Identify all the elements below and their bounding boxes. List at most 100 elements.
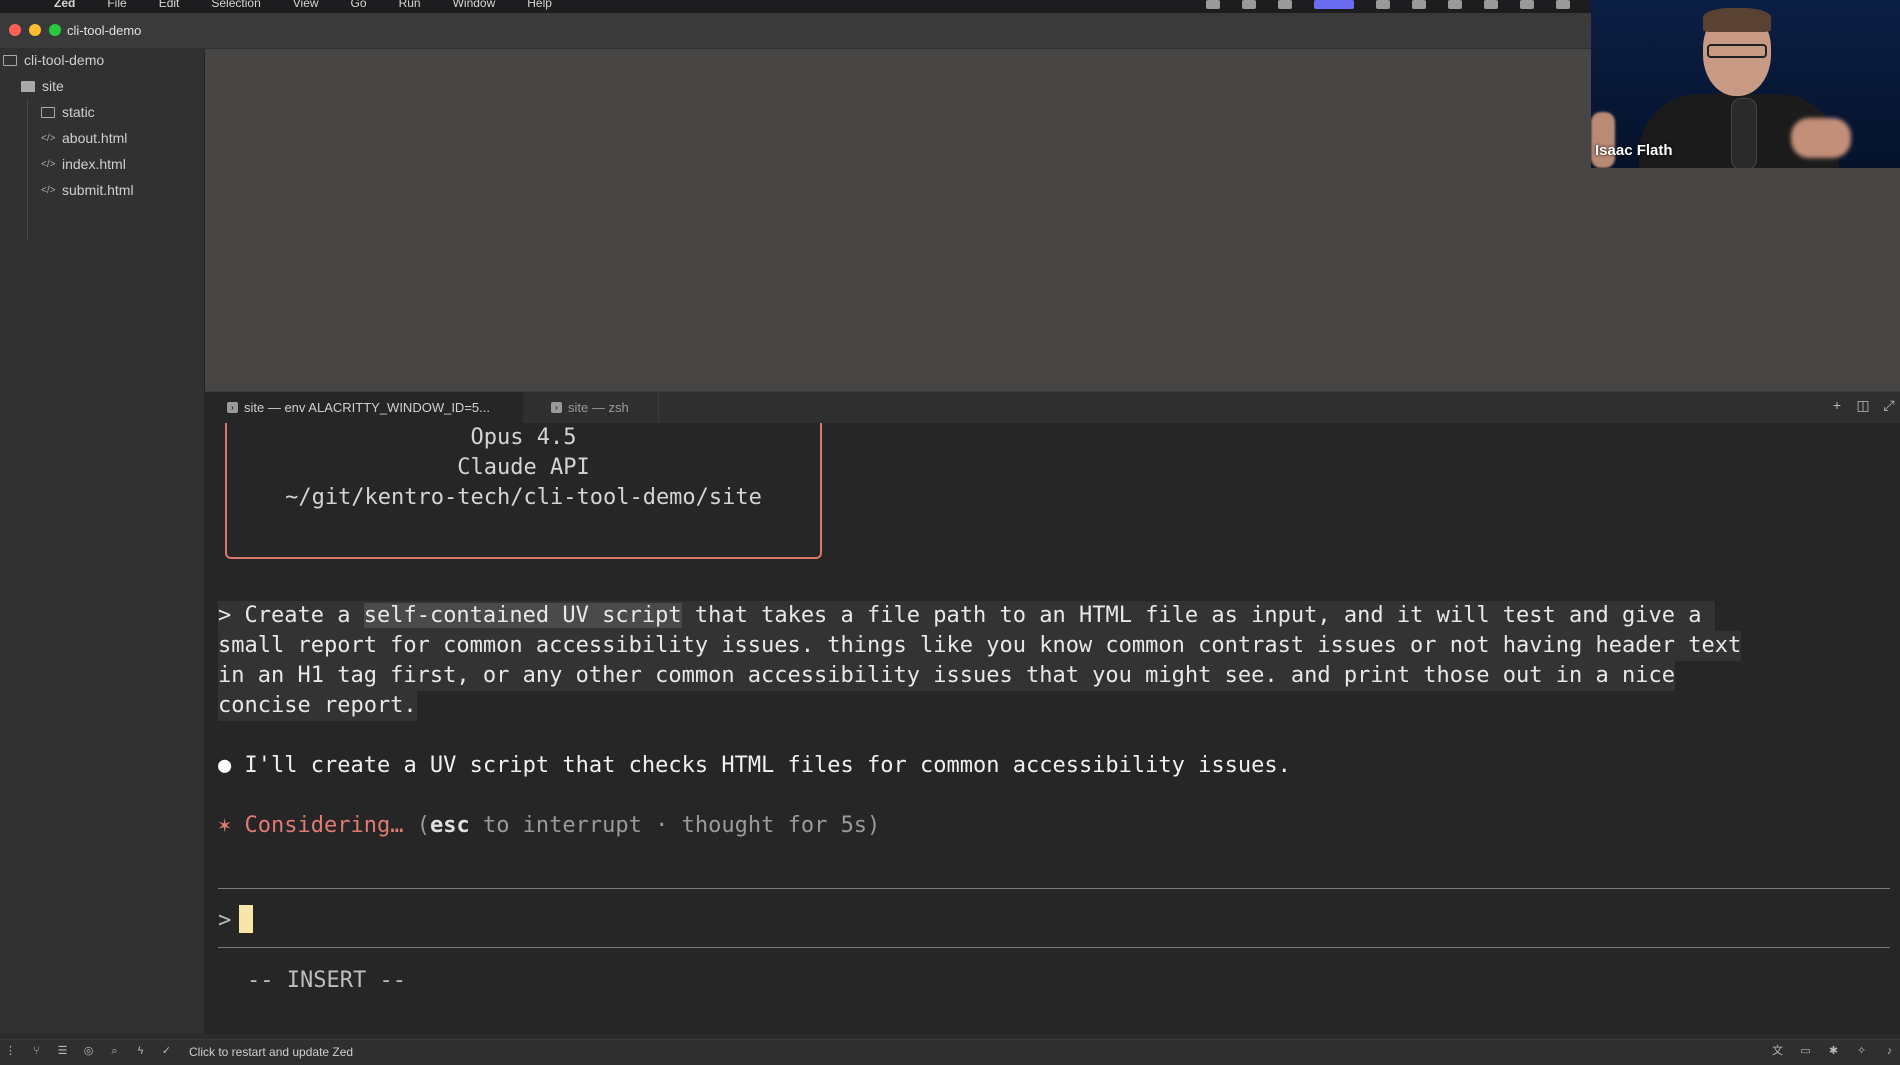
window-controls <box>9 24 61 36</box>
tree-item-label: site <box>42 78 64 94</box>
menu-help[interactable]: Help <box>527 0 552 9</box>
git-branch-icon[interactable]: ⑂ <box>30 1045 43 1058</box>
user-prompt: > Create a self-contained UV script that… <box>218 601 1818 721</box>
outline-icon[interactable]: ☰ <box>56 1045 69 1058</box>
split-pane-icon[interactable]: ◫ <box>1856 398 1870 412</box>
tree-item-label: submit.html <box>62 182 134 198</box>
vim-mode-indicator: -- INSERT -- <box>247 968 406 993</box>
lightning-icon[interactable]: ϟ <box>134 1045 147 1058</box>
tree-item-submit-html[interactable]: </> submit.html <box>41 182 134 198</box>
code-icon: </> <box>41 158 56 170</box>
prompt-line-3: in an H1 tag first, or any other common … <box>218 661 1675 691</box>
network-icon[interactable] <box>1520 0 1534 9</box>
tree-item-label: index.html <box>62 156 126 172</box>
status-bar-left-icons: ⋮ ⑂ ☰ ◎ ⌕ ϟ ✓ <box>4 1045 173 1058</box>
banner-model: Opus 4.5 <box>470 425 577 450</box>
tree-root-label: cli-tool-demo <box>24 52 105 68</box>
terminal-icon: › <box>227 402 238 413</box>
terminal-tab-label: site — zsh <box>568 400 629 415</box>
webcam-hand-right <box>1791 118 1851 158</box>
tree-indent-guide <box>27 100 28 240</box>
presenter-name: Isaac Flath <box>1595 142 1673 159</box>
menu-go[interactable]: Go <box>351 0 367 9</box>
menu-edit[interactable]: Edit <box>159 0 180 9</box>
tree-item-site[interactable]: site <box>21 78 64 94</box>
new-terminal-icon[interactable]: + <box>1830 398 1844 412</box>
folder-icon <box>3 54 17 66</box>
status-considering: Considering… <box>244 813 404 838</box>
bell-icon[interactable]: ♪ <box>1883 1045 1896 1058</box>
input-marker: > <box>218 908 232 933</box>
prompt-text-pre: Create a <box>244 603 364 628</box>
pin-icon[interactable] <box>1242 0 1256 9</box>
update-message[interactable]: Click to restart and update Zed <box>189 1045 353 1059</box>
webcam-overlay: Isaac Flath <box>1591 0 1900 168</box>
claude-banner: Opus 4.5 Claude API ~/git/kentro-tech/cl… <box>225 423 822 559</box>
terminal-tab-active[interactable]: › site — env ALACRITTY_WINDOW_ID=5... <box>205 392 523 423</box>
code-icon: </> <box>41 184 56 196</box>
check-icon[interactable]: ✓ <box>160 1045 173 1058</box>
terminal-view[interactable]: Opus 4.5 Claude API ~/git/kentro-tech/cl… <box>205 423 1900 1034</box>
menu-view[interactable]: View <box>293 0 319 9</box>
prompt-line-1: > Create a self-contained UV script that… <box>218 601 1715 631</box>
menu-bar-tray <box>1206 0 1570 9</box>
terminal-icon: › <box>551 402 562 413</box>
spinner-star-icon: ✶ <box>218 813 232 838</box>
terminal-tab-label: site — env ALACRITTY_WINDOW_ID=5... <box>244 400 490 415</box>
panel-icon[interactable]: ▭ <box>1799 1045 1812 1058</box>
input-line[interactable]: > <box>218 905 254 936</box>
collab-icon[interactable]: ◎ <box>82 1045 95 1058</box>
bluetooth-icon[interactable] <box>1556 0 1570 9</box>
broadcast-icon[interactable] <box>1278 0 1292 9</box>
reply-bullet: ● <box>218 753 232 778</box>
project-title[interactable]: cli-tool-demo <box>67 23 141 38</box>
project-panel-icon[interactable]: ⋮ <box>4 1045 17 1058</box>
copy-icon[interactable] <box>1376 0 1390 9</box>
menu-run[interactable]: Run <box>399 0 421 9</box>
input-divider-top <box>218 888 1890 889</box>
ai-sparkle-icon[interactable]: ✧ <box>1855 1045 1868 1058</box>
banner-api: Claude API <box>457 455 590 480</box>
screen-share-icon[interactable] <box>1314 0 1354 9</box>
prompt-line-4: concise report. <box>218 691 417 721</box>
folder-icon <box>41 106 55 118</box>
code-icon: </> <box>41 132 56 144</box>
webcam-presenter-hair <box>1703 8 1771 32</box>
close-window-button[interactable] <box>9 24 21 36</box>
webcam-presenter-glasses <box>1707 44 1767 58</box>
display-icon[interactable] <box>1448 0 1462 9</box>
maximize-icon[interactable]: ⤢ <box>1882 398 1896 412</box>
menu-selection[interactable]: Selection <box>211 0 260 9</box>
microphone-icon <box>1731 98 1757 168</box>
tree-item-about-html[interactable]: </> about.html <box>41 130 127 146</box>
tree-item-label: static <box>62 104 95 120</box>
shield-icon[interactable] <box>1484 0 1498 9</box>
project-panel: cli-tool-demo site static </> about.html… <box>0 49 205 1033</box>
terminal-tab-zsh[interactable]: › site — zsh <box>523 392 659 423</box>
minimize-window-button[interactable] <box>29 24 41 36</box>
prompt-highlight: self-contained UV script <box>363 603 682 628</box>
tree-item-static[interactable]: static <box>41 104 95 120</box>
webcam-hand-left <box>1591 112 1615 168</box>
tree-root[interactable]: cli-tool-demo <box>3 52 104 68</box>
search-icon[interactable]: ⌕ <box>108 1045 121 1058</box>
input-divider-bottom <box>218 947 1890 948</box>
tree-item-label: about.html <box>62 130 128 146</box>
folder-open-icon <box>21 80 35 92</box>
gear-icon[interactable] <box>1412 0 1426 9</box>
menu-window[interactable]: Window <box>453 0 496 9</box>
terminal-tab-bar: › site — env ALACRITTY_WINDOW_ID=5... › … <box>205 391 1900 424</box>
zoom-window-button[interactable] <box>49 24 61 36</box>
banner-path: ~/git/kentro-tech/cli-tool-demo/site <box>285 485 762 510</box>
tree-item-index-html[interactable]: </> index.html <box>41 156 126 172</box>
translate-icon[interactable]: 文 <box>1771 1045 1784 1058</box>
debug-icon[interactable]: ✱ <box>1827 1045 1840 1058</box>
status-bar: ⋮ ⑂ ☰ ◎ ⌕ ϟ ✓ Click to restart and updat… <box>0 1039 1900 1065</box>
screenshot-icon[interactable] <box>1206 0 1220 9</box>
thinking-status: ✶ Considering… (esc to interrupt · thoug… <box>218 811 880 841</box>
status-rest: to interrupt · thought for 5s) <box>469 813 881 838</box>
apple-menu-icon[interactable] <box>12 1 28 13</box>
prompt-marker: > <box>218 603 232 628</box>
menu-file[interactable]: File <box>107 0 126 9</box>
menu-zed[interactable]: Zed <box>54 0 75 9</box>
